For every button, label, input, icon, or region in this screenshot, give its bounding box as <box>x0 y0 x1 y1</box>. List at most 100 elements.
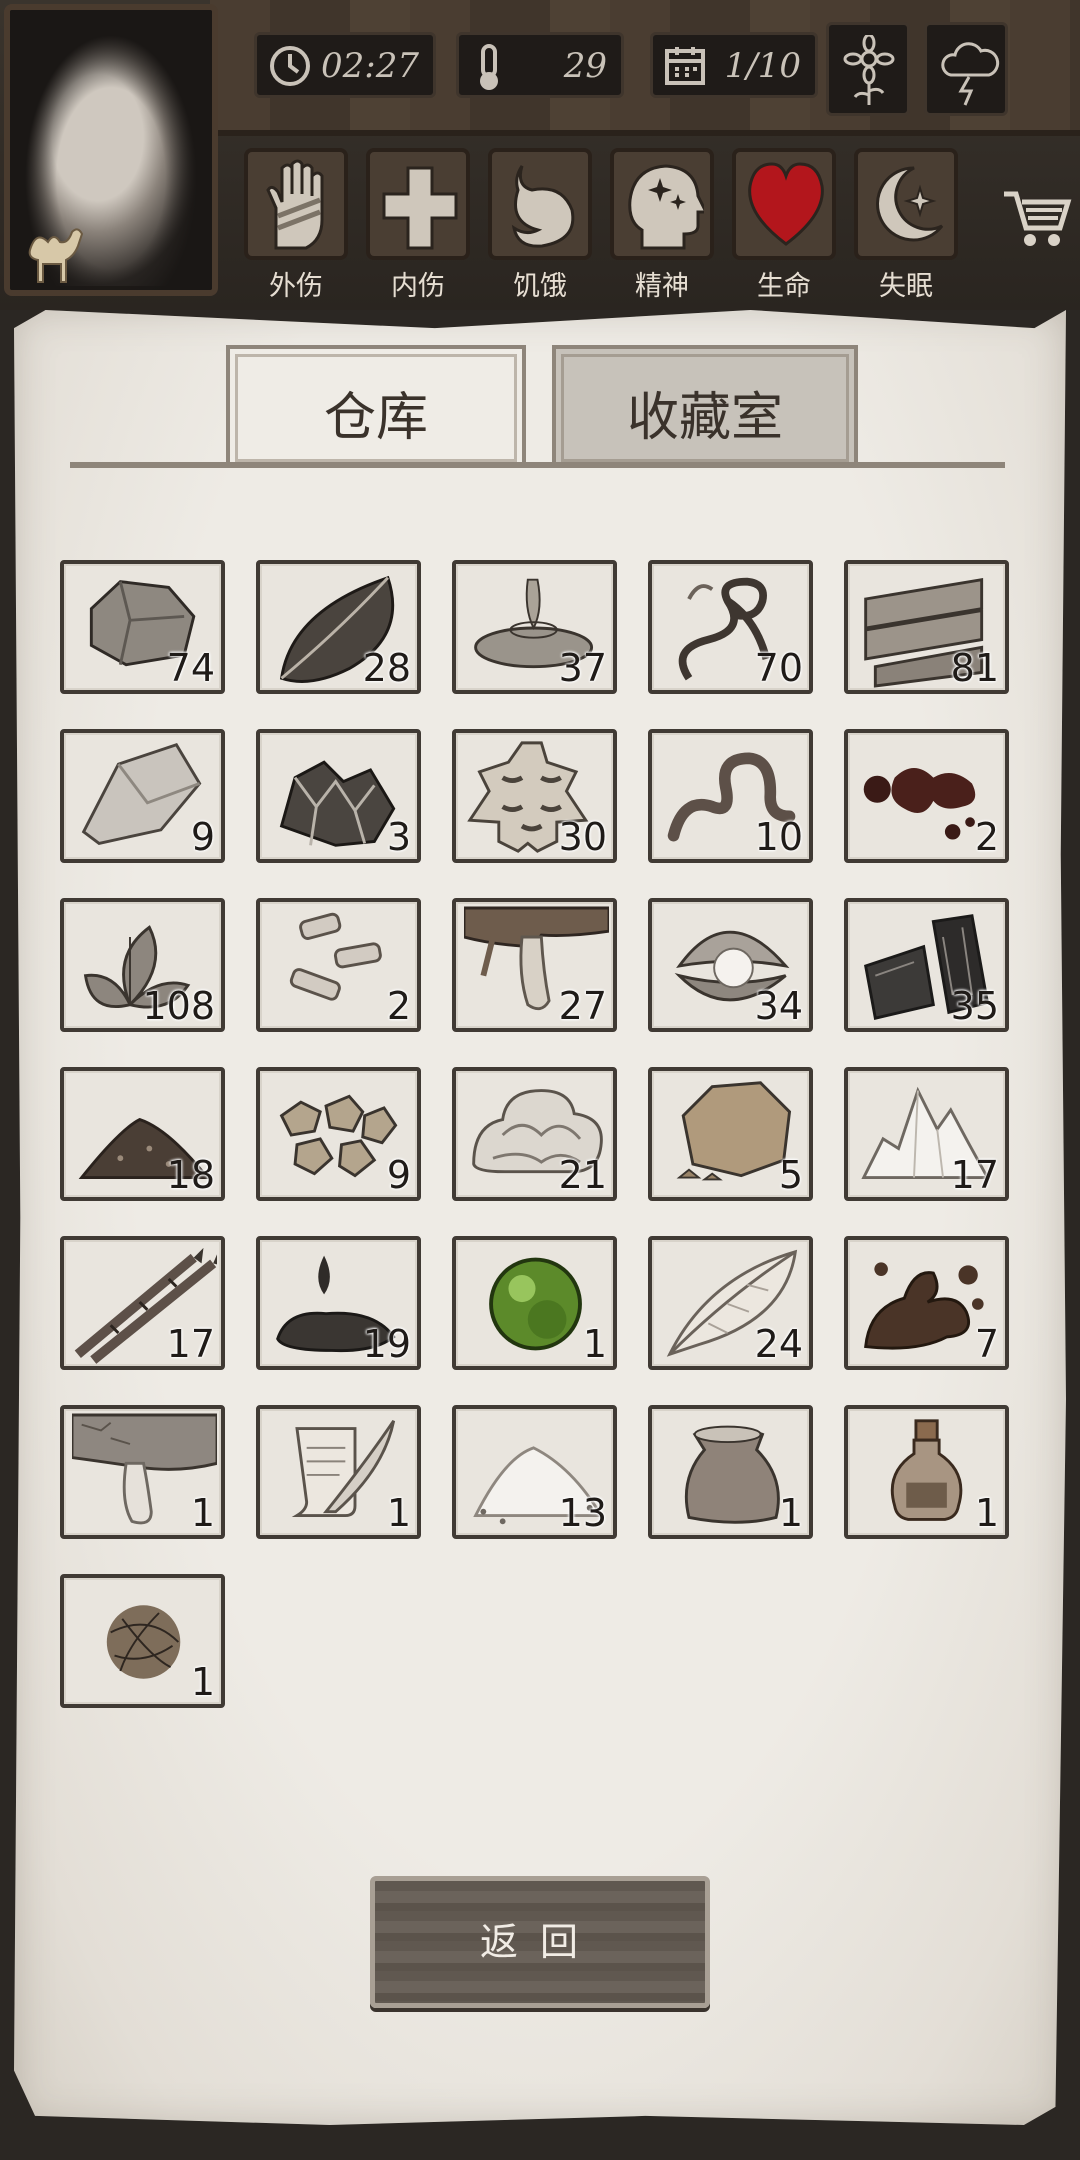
item-count: 7 <box>974 1322 999 1366</box>
inventory-slot[interactable]: 1 <box>452 1236 617 1370</box>
inventory-slot[interactable]: 2 <box>256 898 421 1032</box>
item-count: 74 <box>166 646 215 690</box>
bandaged-hand-icon <box>266 159 324 250</box>
time-display: 02:27 <box>254 32 436 98</box>
inventory-slot[interactable]: 19 <box>256 1236 421 1370</box>
item-count: 1 <box>190 1660 215 1704</box>
item-count: 17 <box>166 1322 215 1366</box>
inventory-slot[interactable]: 18 <box>60 1067 225 1201</box>
inventory-slot[interactable]: 2 <box>844 729 1009 863</box>
moon-star-icon <box>876 166 944 242</box>
item-count: 35 <box>950 984 999 1028</box>
item-count: 70 <box>754 646 803 690</box>
weather-button[interactable] <box>924 22 1008 116</box>
top-hud: 02:27 29 1/10 外伤 内伤 饥饿 精神 生命 失眠 <box>0 0 1080 310</box>
stomach-icon <box>511 165 575 248</box>
status-insomnia[interactable] <box>854 148 958 260</box>
back-button[interactable]: 返回 <box>370 1876 710 2008</box>
item-count: 9 <box>386 1153 411 1197</box>
inventory-slot[interactable]: 37 <box>452 560 617 694</box>
inventory-slot[interactable]: 74 <box>60 560 225 694</box>
item-count: 17 <box>950 1153 999 1197</box>
inventory-slot[interactable]: 27 <box>452 898 617 1032</box>
inventory-slot[interactable]: 17 <box>60 1236 225 1370</box>
inventory-slot[interactable]: 34 <box>648 898 813 1032</box>
inventory-slot[interactable]: 1 <box>256 1405 421 1539</box>
inventory-slot[interactable]: 1 <box>60 1574 225 1708</box>
item-count: 10 <box>754 815 803 859</box>
status-label-internal: 内伤 <box>391 271 445 302</box>
status-label-external: 外伤 <box>269 271 323 302</box>
day-display: 1/10 <box>650 32 818 98</box>
status-hunger[interactable] <box>488 148 592 260</box>
inventory-slot[interactable]: 9 <box>256 1067 421 1201</box>
item-count: 37 <box>558 646 607 690</box>
item-count: 34 <box>754 984 803 1028</box>
inventory-slot[interactable]: 21 <box>452 1067 617 1201</box>
item-count: 1 <box>778 1491 803 1535</box>
item-count: 13 <box>558 1491 607 1535</box>
inventory-slot[interactable]: 30 <box>452 729 617 863</box>
time-value: 02:27 <box>321 46 419 86</box>
status-label-hunger: 饥饿 <box>513 271 567 302</box>
inventory-slot[interactable]: 7 <box>844 1236 1009 1370</box>
item-count: 2 <box>974 815 999 859</box>
item-count: 1 <box>386 1491 411 1535</box>
thermometer-icon <box>480 44 498 90</box>
item-count: 9 <box>190 815 215 859</box>
item-count: 18 <box>166 1153 215 1197</box>
item-count: 21 <box>558 1153 607 1197</box>
day-value: 1/10 <box>724 46 801 86</box>
status-life[interactable] <box>732 148 836 260</box>
calendar-icon <box>665 47 705 85</box>
inventory-slot[interactable]: 5 <box>648 1067 813 1201</box>
character-avatar[interactable] <box>4 4 218 296</box>
inventory-slot[interactable]: 24 <box>648 1236 813 1370</box>
item-count: 28 <box>362 646 411 690</box>
item-count: 3 <box>386 815 411 859</box>
tab-warehouse[interactable]: 仓库 <box>226 345 526 467</box>
inventory-slot[interactable]: 1 <box>844 1405 1009 1539</box>
status-label-insomnia: 失眠 <box>879 271 933 302</box>
inventory-slot[interactable]: 17 <box>844 1067 1009 1201</box>
inventory-slot[interactable]: 1 <box>648 1405 813 1539</box>
inventory-slot[interactable]: 9 <box>60 729 225 863</box>
inventory-slot[interactable]: 108 <box>60 898 225 1032</box>
item-count: 24 <box>754 1322 803 1366</box>
item-count: 30 <box>558 815 607 859</box>
item-count: 1 <box>974 1491 999 1535</box>
inventory-slot[interactable]: 70 <box>648 560 813 694</box>
temperature-display: 29 <box>456 32 624 98</box>
item-count: 1 <box>582 1322 607 1366</box>
item-count: 27 <box>558 984 607 1028</box>
shopping-cart-icon[interactable] <box>1000 184 1072 256</box>
item-count: 5 <box>778 1153 803 1197</box>
tab-collection[interactable]: 收藏室 <box>552 345 858 467</box>
inventory-slot[interactable]: 35 <box>844 898 1009 1032</box>
flower-button[interactable] <box>826 22 910 116</box>
inventory-slot[interactable]: 28 <box>256 560 421 694</box>
item-count: 81 <box>950 646 999 690</box>
status-label-life: 生命 <box>757 271 811 302</box>
inventory-slot[interactable]: 10 <box>648 729 813 863</box>
item-count: 108 <box>142 984 215 1028</box>
heart-icon <box>748 162 824 246</box>
status-external-injury[interactable] <box>244 148 348 260</box>
storm-cloud-icon <box>941 42 1000 106</box>
clock-icon <box>270 46 310 86</box>
item-count: 1 <box>190 1491 215 1535</box>
head-sparkle-icon <box>628 164 704 250</box>
status-internal-injury[interactable] <box>366 148 470 260</box>
inventory-slot[interactable]: 1 <box>60 1405 225 1539</box>
temperature-value: 29 <box>563 46 607 86</box>
item-count: 19 <box>362 1322 411 1366</box>
tab-divider <box>70 462 1005 468</box>
cross-icon <box>382 166 458 250</box>
status-spirit[interactable] <box>610 148 714 260</box>
item-count: 2 <box>386 984 411 1028</box>
inventory-slot[interactable]: 3 <box>256 729 421 863</box>
inventory-slot[interactable]: 13 <box>452 1405 617 1539</box>
camel-icon <box>28 228 84 283</box>
flower-icon <box>843 35 895 105</box>
inventory-slot[interactable]: 81 <box>844 560 1009 694</box>
